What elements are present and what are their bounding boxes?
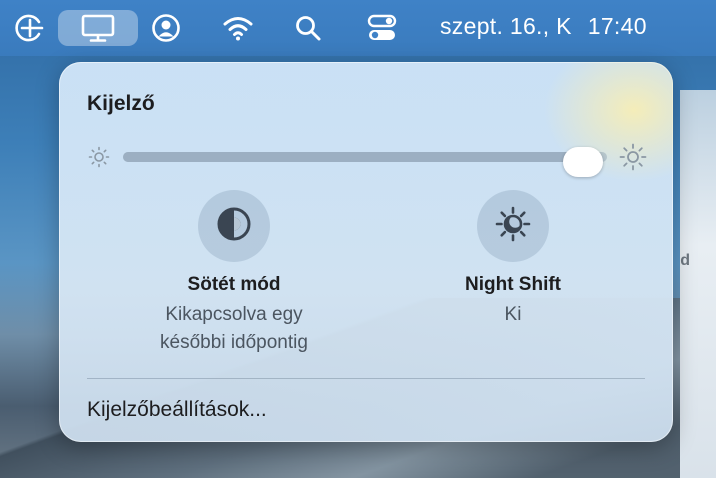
night-shift-icon [494,205,532,248]
dark-mode-button[interactable] [198,190,270,262]
dark-mode-icon [216,206,252,247]
dark-mode-status-line1: Kikapcsolva egy [165,304,303,325]
night-shift-label: Night Shift [464,274,562,295]
night-shift-status: Ki [504,304,522,325]
background-window-text: d [680,252,690,269]
night-shift-toggle[interactable]: Night Shift Ki [393,190,633,329]
menu-bar-date: szept. 16., K [440,13,572,39]
wifi-icon[interactable] [220,10,256,46]
background-window [680,90,716,478]
display-icon[interactable] [58,10,138,46]
menu-bar-time: 17:40 [587,13,647,39]
sun-dim-icon [87,145,111,174]
panel-title: Kijelző [87,92,155,115]
dark-mode-toggle[interactable]: Sötét mód Kikapcsolva egy későbbi időpon… [114,190,354,357]
divider [87,378,645,379]
brightness-slider[interactable] [87,142,647,177]
brightness-fill [123,152,583,162]
night-shift-button[interactable] [477,190,549,262]
search-icon[interactable] [292,10,324,46]
brightness-track[interactable] [123,147,607,177]
dark-mode-label: Sötét mód [187,274,281,295]
add-circle-icon[interactable] [12,10,48,46]
display-settings-link[interactable]: Kijelzőbeállítások... [87,398,267,422]
menu-bar: szept. 16., K 17:40 [0,0,716,56]
control-center-icon[interactable] [364,10,400,46]
clock[interactable]: szept. 16., K 17:40 [440,13,647,40]
dark-mode-status-line2: későbbi időpontig [160,332,308,353]
dark-mode-status: Kikapcsolva egy későbbi időpontig [114,301,354,357]
sun-bright-icon [619,143,647,176]
brightness-thumb[interactable] [562,147,603,177]
user-icon[interactable] [148,10,184,46]
display-panel: Kijelző Sötét mód Kikapcsolva egy később… [59,62,673,442]
